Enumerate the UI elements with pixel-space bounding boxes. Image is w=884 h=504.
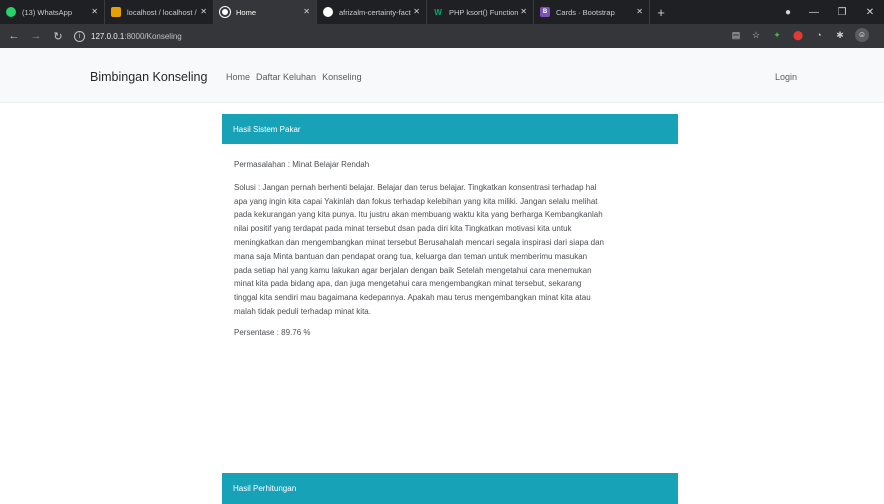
browser-tab-home[interactable]: Home ✕ — [214, 0, 317, 24]
profile-icon[interactable]: ● — [776, 7, 800, 18]
result-card-title: Hasil Sistem Pakar — [233, 124, 301, 134]
tab-title: Home — [236, 7, 257, 17]
site-navbar: Bimbingan Konseling Home Daftar Keluhan … — [0, 48, 884, 103]
browser-tab-strip: (13) WhatsApp ✕ localhost / localhost / … — [0, 0, 884, 24]
translate-icon[interactable]: ▤ — [730, 29, 742, 41]
close-tab-icon[interactable]: ✕ — [200, 7, 207, 16]
browser-tab-github[interactable]: afrizalm-certainty-fact ✕ — [317, 0, 427, 24]
browser-tab-whatsapp[interactable]: (13) WhatsApp ✕ — [0, 0, 105, 24]
star-icon[interactable]: ☆ — [750, 29, 762, 41]
navbar-brand[interactable]: Bimbingan Konseling — [90, 70, 207, 84]
extension-refresh-icon[interactable]: ◔ — [813, 29, 825, 41]
solution-text: Solusi : Jangan pernah berhenti belajar.… — [234, 182, 604, 316]
bootstrap-icon: B — [540, 7, 550, 17]
forward-icon[interactable]: → — [28, 30, 44, 42]
back-icon[interactable]: ← — [6, 30, 22, 42]
close-tab-icon[interactable]: ✕ — [520, 7, 527, 16]
whatsapp-icon — [6, 7, 16, 17]
percentage-text: Persentase : 89.76 % — [234, 327, 311, 337]
browser-tab-w3schools[interactable]: W PHP ksort() Function ✕ — [427, 0, 534, 24]
close-tab-icon[interactable]: ✕ — [413, 7, 420, 16]
problem-text: Permasalahan : Minat Belajar Rendah — [234, 160, 370, 169]
window-close-icon[interactable]: ✕ — [856, 7, 884, 18]
extension-shield-icon[interactable]: ⬤ — [792, 29, 804, 41]
nav-links: Home Daftar Keluhan Konseling — [226, 72, 368, 82]
url-host: 127.0.0.1 — [91, 31, 125, 41]
close-tab-icon[interactable]: ✕ — [636, 7, 643, 16]
tab-title: Cards · Bootstrap — [556, 7, 615, 17]
tab-title: PHP ksort() Function — [449, 7, 519, 17]
tab-title: afrizalm-certainty-fact — [339, 7, 411, 17]
reload-icon[interactable]: ↻ — [50, 30, 66, 43]
nav-link-konseling[interactable]: Konseling — [322, 72, 362, 82]
calc-card-header: Hasil Perhitungan — [222, 473, 678, 504]
address-bar[interactable]: i 127.0.0.1:8000/Konseling — [74, 27, 654, 45]
new-tab-button[interactable]: + — [650, 0, 672, 24]
nav-link-daftar-keluhan[interactable]: Daftar Keluhan — [256, 72, 316, 82]
minimize-icon[interactable]: — — [800, 7, 828, 18]
puzzle-icon[interactable]: ✱ — [834, 29, 846, 41]
browser-tab-phpmyadmin[interactable]: localhost / localhost / ✕ — [105, 0, 214, 24]
phpmyadmin-icon — [111, 7, 121, 17]
w3schools-icon: W — [434, 7, 442, 17]
calc-card-title: Hasil Perhitungan — [233, 484, 297, 493]
tab-title: (13) WhatsApp — [22, 7, 73, 17]
nav-link-home[interactable]: Home — [226, 72, 250, 82]
extension-leaf-icon[interactable]: ✦ — [771, 29, 783, 41]
globe-icon — [220, 7, 230, 17]
maximize-icon[interactable]: ❐ — [828, 7, 856, 18]
profile-avatar[interactable]: ☺ — [855, 28, 869, 42]
result-card-header: Hasil Sistem Pakar — [222, 114, 678, 144]
github-icon — [323, 7, 333, 17]
login-link[interactable]: Login — [775, 72, 797, 82]
close-tab-icon[interactable]: ✕ — [303, 7, 310, 16]
browser-tab-bootstrap[interactable]: B Cards · Bootstrap ✕ — [534, 0, 650, 24]
tab-title: localhost / localhost / — [127, 7, 197, 17]
info-icon[interactable]: i — [74, 30, 85, 42]
result-card-body: Permasalahan : Minat Belajar Rendah Solu… — [234, 144, 604, 340]
close-tab-icon[interactable]: ✕ — [91, 7, 98, 16]
url-path: :8000/Konseling — [124, 31, 182, 41]
window-controls: ● — ❐ ✕ — [776, 0, 884, 24]
